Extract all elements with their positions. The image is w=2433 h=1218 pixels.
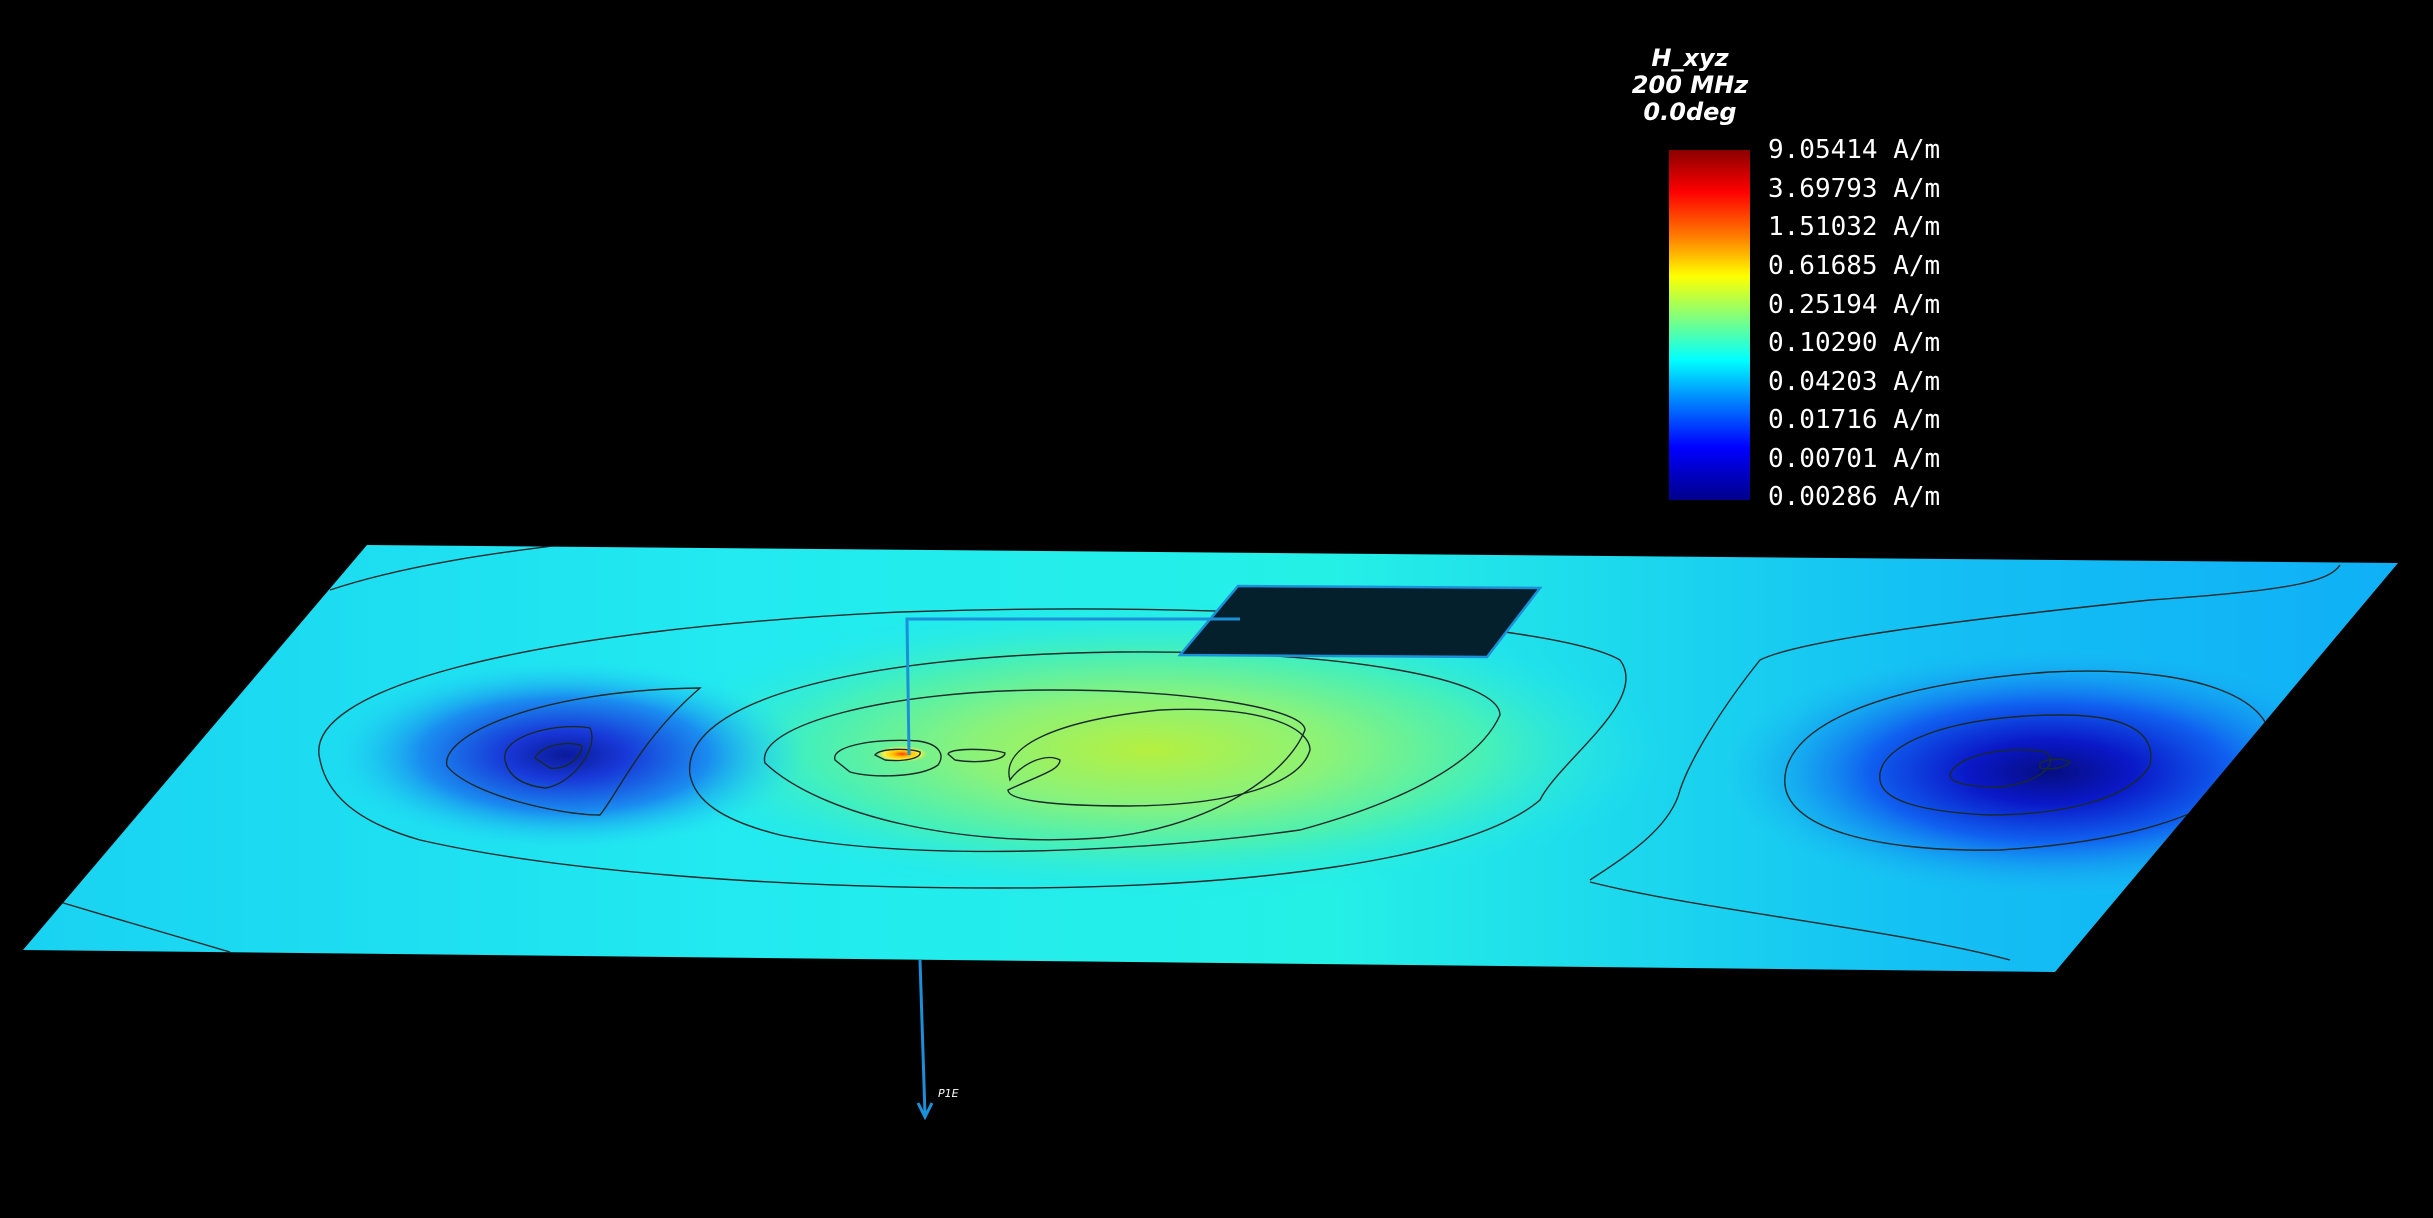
probe-label: P1E	[938, 1087, 959, 1100]
legend-level-7: 0.04203 A/m	[1768, 367, 1941, 397]
legend-level-10: 0.00286 A/m	[1768, 482, 1941, 512]
field-region-right-null	[1720, 647, 2380, 897]
legend-level-5: 0.25194 A/m	[1768, 290, 1941, 320]
legend-level-6: 0.10290 A/m	[1768, 328, 1941, 358]
legend-level-8: 0.01716 A/m	[1768, 405, 1941, 435]
3d-field-scene[interactable]	[0, 0, 2433, 1218]
legend-level-3: 1.51032 A/m	[1768, 212, 1941, 242]
field-region-left-null	[325, 660, 805, 850]
legend-level-4: 0.61685 A/m	[1768, 251, 1941, 281]
legend-frequency: 200 MHz	[1631, 71, 1749, 99]
patch-element[interactable]	[1177, 584, 1543, 659]
color-scale-bar	[1669, 150, 1750, 500]
legend-level-2: 3.69793 A/m	[1768, 174, 1941, 204]
feed-line-probe	[918, 959, 927, 1116]
legend-level-1: 9.05414 A/m	[1768, 135, 1941, 165]
legend-level-9: 0.00701 A/m	[1768, 444, 1941, 474]
ground-plane	[23, 545, 2398, 972]
legend-phase: 0.0deg	[1643, 98, 1737, 126]
legend-quantity-title: H_xyz	[1651, 44, 1729, 72]
field-plot-viewport[interactable]: H_xyz 200 MHz 0.0deg 9.05414 A/m 3.69793…	[0, 0, 2433, 1218]
